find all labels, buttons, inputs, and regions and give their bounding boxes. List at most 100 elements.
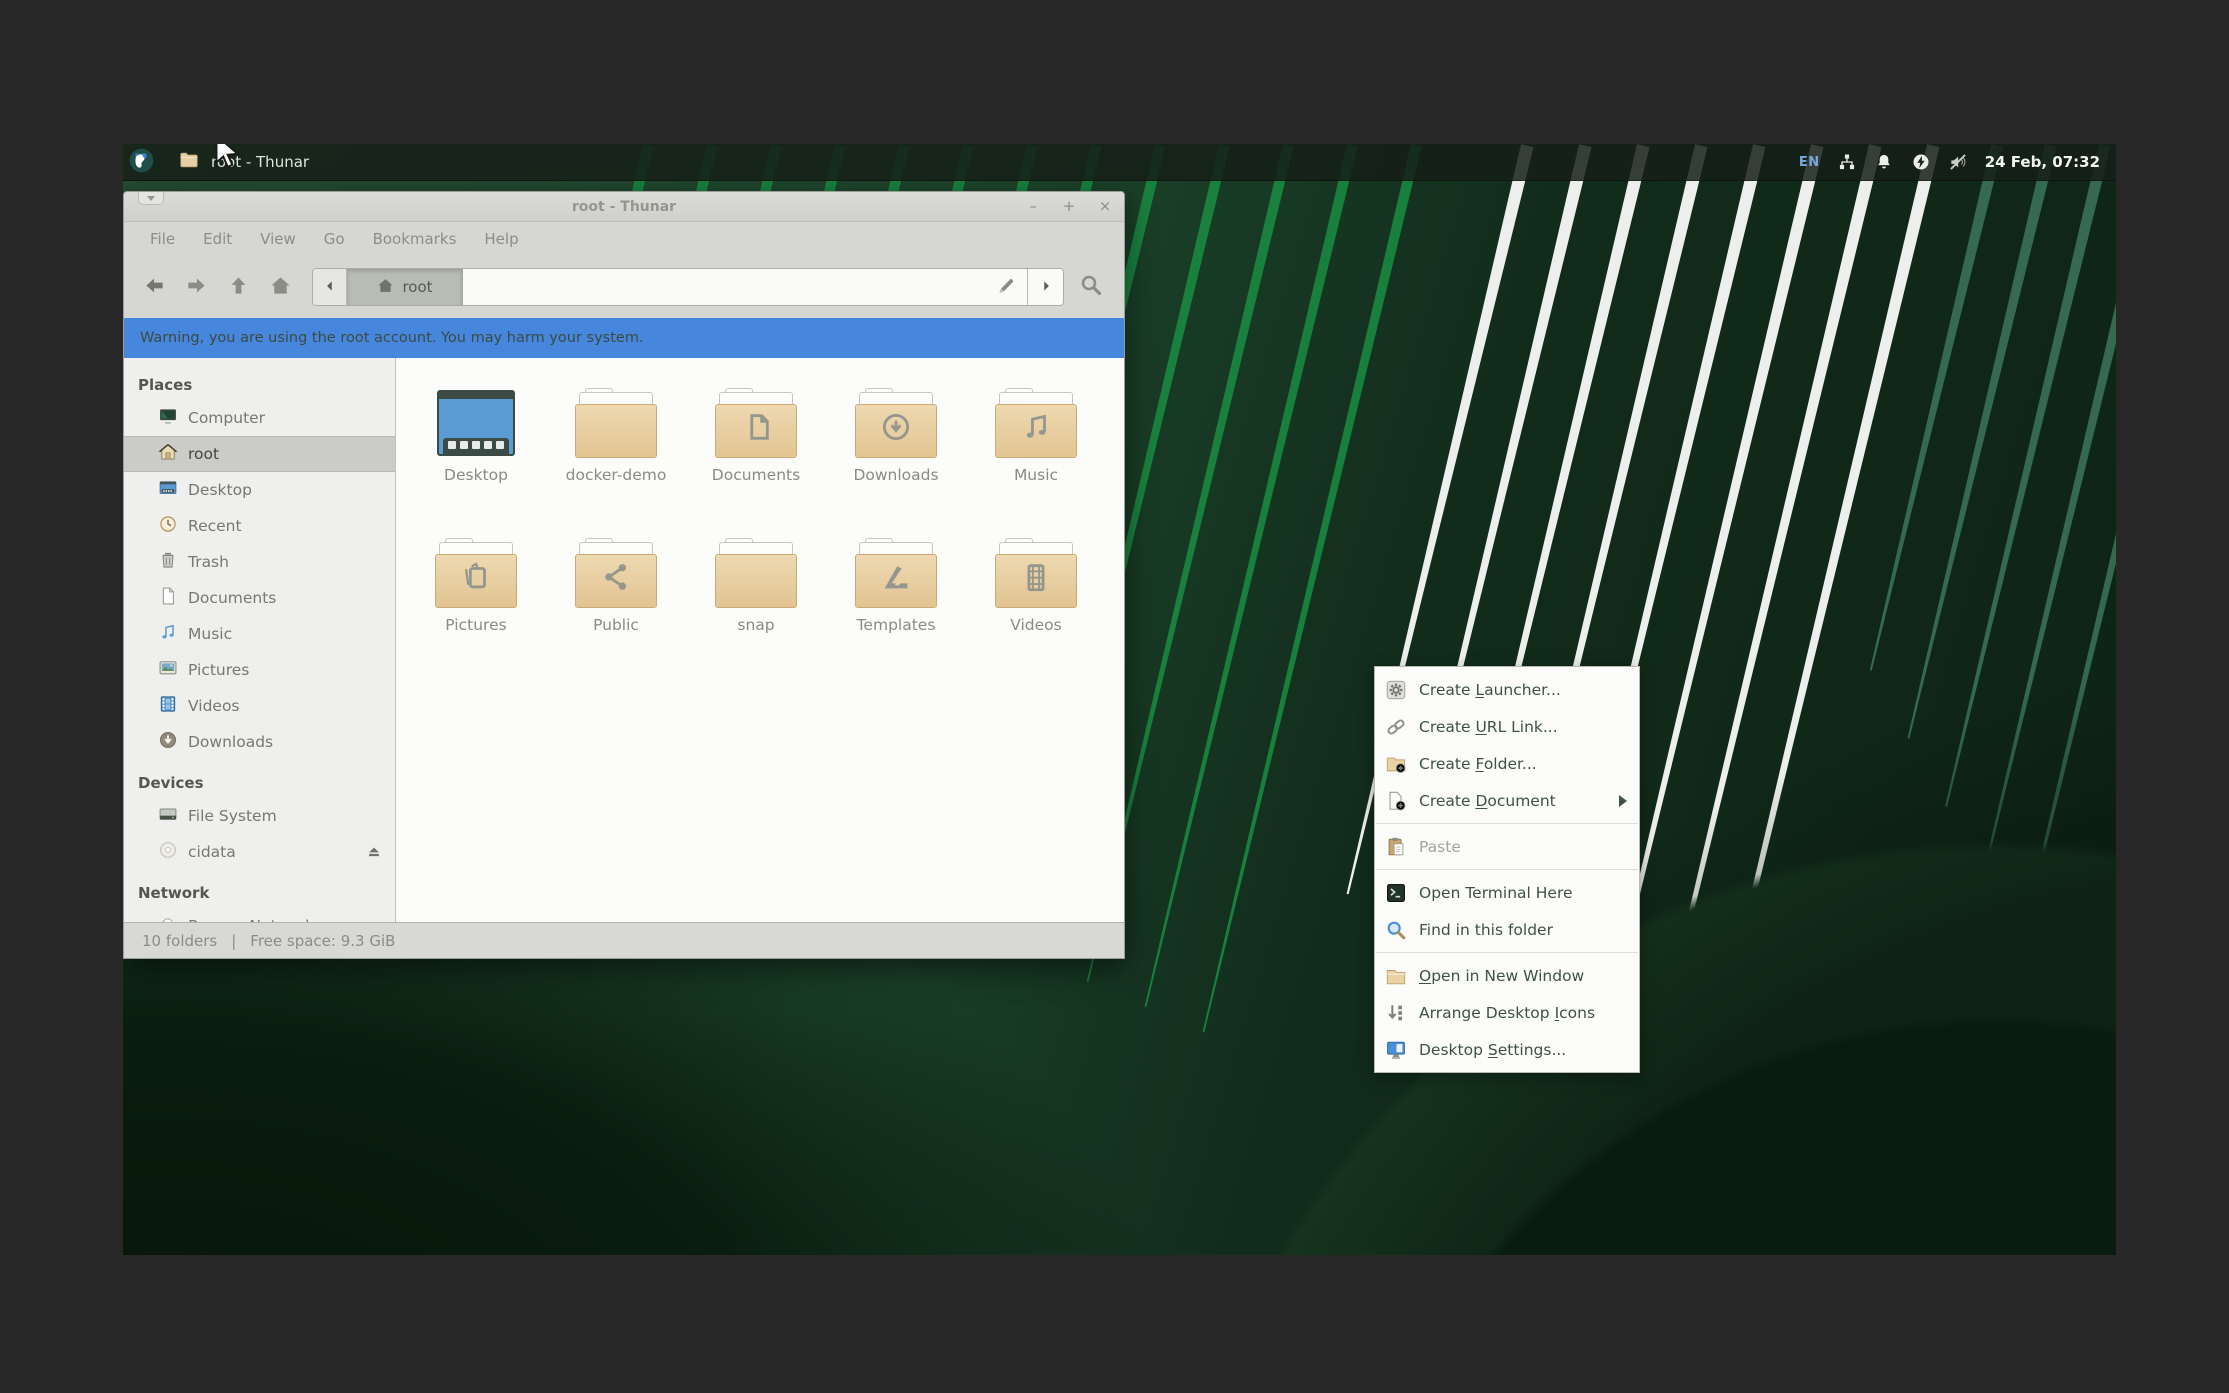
path-scroll-right-button[interactable] — [1027, 269, 1063, 305]
folder-icon — [713, 388, 799, 458]
menu-file[interactable]: File — [138, 226, 187, 252]
statusbar-folder-count: 10 folders — [142, 932, 217, 950]
context-item-open-in-new-window[interactable]: Open in New Window — [1375, 957, 1639, 994]
find-icon — [1385, 919, 1407, 941]
path-scroll-left-button[interactable] — [313, 269, 347, 305]
file-item-desktop[interactable]: Desktop — [406, 388, 546, 538]
toolbar: root — [124, 256, 1124, 318]
menu-go[interactable]: Go — [312, 226, 357, 252]
file-item-public[interactable]: Public — [546, 538, 686, 688]
up-button[interactable] — [220, 269, 256, 305]
sidebar-item-documents[interactable]: Documents — [124, 580, 395, 616]
path-segment-root[interactable]: root — [347, 269, 463, 305]
menu-view[interactable]: View — [248, 226, 308, 252]
menu-bookmarks[interactable]: Bookmarks — [361, 226, 469, 252]
file-item-docker-demo[interactable]: docker-demo — [546, 388, 686, 538]
file-item-downloads[interactable]: Downloads — [826, 388, 966, 538]
trash-icon — [158, 550, 178, 574]
home-button[interactable] — [262, 269, 298, 305]
sidebar-item-label: Videos — [188, 697, 240, 715]
edit-path-icon[interactable] — [996, 275, 1017, 300]
path-segment-label: root — [402, 278, 432, 296]
file-item-documents[interactable]: Documents — [686, 388, 826, 538]
back-button[interactable] — [136, 269, 172, 305]
context-item-label: Create Folder... — [1419, 755, 1629, 773]
context-item-create-launcher[interactable]: Create Launcher... — [1375, 671, 1639, 708]
forward-icon — [185, 274, 208, 301]
folder-icon — [573, 538, 659, 608]
videos-icon — [158, 694, 178, 718]
forward-button[interactable] — [178, 269, 214, 305]
minimize-button[interactable]: – — [1024, 199, 1042, 214]
context-item-create-url-link[interactable]: Create URL Link... — [1375, 708, 1639, 745]
keyboard-layout-indicator[interactable]: EN — [1799, 155, 1820, 170]
downloads-icon — [158, 730, 178, 754]
sidebar-item-label: Pictures — [188, 661, 249, 679]
file-item-pictures[interactable]: Pictures — [406, 538, 546, 688]
close-button[interactable]: × — [1096, 199, 1114, 214]
home-icon — [376, 276, 395, 299]
top-panel: root - Thunar EN 24 Feb, 07:32 — [123, 144, 2116, 181]
power-manager-icon[interactable] — [1911, 152, 1931, 172]
desktop-icon — [158, 478, 178, 502]
document-new-icon — [1385, 790, 1407, 812]
context-item-label: Desktop Settings... — [1419, 1041, 1629, 1059]
file-item-snap[interactable]: snap — [686, 538, 826, 688]
network-icon[interactable] — [1837, 152, 1857, 172]
terminal-icon — [1385, 882, 1407, 904]
file-list: Desktop docker-demo Documents DownloadsMusi… — [396, 358, 1124, 922]
sidebar-item-music[interactable]: Music — [124, 616, 395, 652]
sidebar-item-pictures[interactable]: Pictures — [124, 652, 395, 688]
sidebar-item-computer[interactable]: Computer — [124, 400, 395, 436]
titlebar[interactable]: root - Thunar –+× — [124, 192, 1124, 222]
sidebar-item-videos[interactable]: Videos — [124, 688, 395, 724]
home-folder-icon — [158, 442, 178, 466]
search-button[interactable] — [1070, 268, 1112, 306]
file-label: Documents — [712, 466, 800, 484]
volume-muted-icon[interactable] — [1948, 152, 1968, 172]
context-item-find-in-this-folder[interactable]: Find in this folder — [1375, 911, 1639, 948]
sidebar-item-cidata[interactable]: cidata — [124, 834, 395, 870]
statusbar-divider: | — [231, 932, 236, 950]
file-label: Public — [593, 616, 639, 634]
paste-icon — [1385, 836, 1407, 858]
context-item-create-document[interactable]: Create Document — [1375, 782, 1639, 819]
context-item-open-terminal-here[interactable]: Open Terminal Here — [1375, 874, 1639, 911]
sidebar-item-root[interactable]: root — [124, 436, 395, 472]
sidebar-item-label: Downloads — [188, 733, 273, 751]
desktop-context-menu: Create Launcher...Create URL Link... Crea… — [1374, 666, 1640, 1073]
file-item-templates[interactable]: Templates — [826, 538, 966, 688]
sidebar-item-browse-network[interactable]: Browse Network — [124, 908, 395, 922]
menu-help[interactable]: Help — [472, 226, 530, 252]
applications-menu-button[interactable] — [123, 144, 160, 181]
context-item-desktop-settings[interactable]: Desktop Settings... — [1375, 1031, 1639, 1068]
sidebar-item-downloads[interactable]: Downloads — [124, 724, 395, 760]
sidebar-item-file-system[interactable]: File System — [124, 798, 395, 834]
file-item-videos[interactable]: Videos — [966, 538, 1106, 688]
eject-button[interactable] — [365, 843, 383, 865]
sidebar-item-desktop[interactable]: Desktop — [124, 472, 395, 508]
search-icon — [1079, 273, 1103, 301]
sidebar-item-trash[interactable]: Trash — [124, 544, 395, 580]
notifications-icon[interactable] — [1874, 152, 1894, 172]
file-label: Videos — [1010, 616, 1062, 634]
context-item-label: Open in New Window — [1419, 967, 1629, 985]
file-label: snap — [737, 616, 774, 634]
launcher-icon — [1385, 679, 1407, 701]
menu-edit[interactable]: Edit — [191, 226, 244, 252]
file-item-music[interactable]: Music — [966, 388, 1106, 538]
maximize-button[interactable]: + — [1060, 199, 1078, 214]
clock[interactable]: 24 Feb, 07:32 — [1985, 153, 2100, 171]
file-label: docker-demo — [566, 466, 667, 484]
disc-icon — [158, 840, 178, 864]
path-empty-area[interactable] — [463, 269, 1027, 305]
context-item-paste[interactable]: Paste — [1375, 828, 1639, 865]
context-item-create-folder[interactable]: Create Folder... — [1375, 745, 1639, 782]
window-shade-tab[interactable] — [138, 192, 164, 205]
sidebar: PlacesComputerrootDesktopRecentTrashDocu… — [124, 358, 396, 922]
sidebar-item-label: Browse Network — [188, 917, 314, 922]
sidebar-item-recent[interactable]: Recent — [124, 508, 395, 544]
context-item-arrange-desktop-icons[interactable]: Arrange Desktop Icons — [1375, 994, 1639, 1031]
up-icon — [227, 274, 250, 301]
recent-icon — [158, 514, 178, 538]
